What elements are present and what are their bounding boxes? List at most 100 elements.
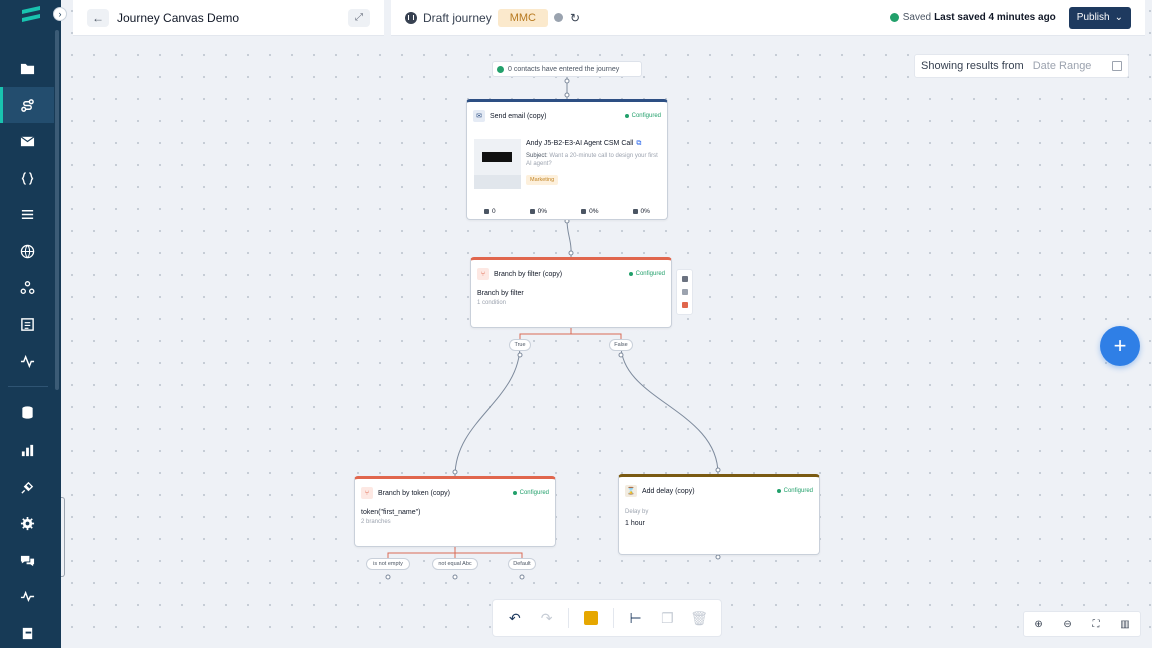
- delay-label: Delay by: [625, 509, 649, 515]
- fit-screen-icon[interactable]: ⛶: [1093, 619, 1100, 630]
- node-title: Branch by filter (copy): [494, 270, 563, 278]
- saved-time: Last saved 4 minutes ago: [934, 12, 1056, 23]
- sticky-note-icon: [584, 611, 599, 625]
- sidebar-divider: [8, 386, 48, 387]
- sidebar: [0, 0, 61, 648]
- zoom-out-icon[interactable]: ⊖: [1063, 619, 1071, 630]
- pulse-icon: [20, 590, 34, 602]
- back-arrow-icon[interactable]: ←: [87, 8, 109, 27]
- plug-icon: [20, 481, 33, 494]
- node-sub-text: 2 branches: [361, 519, 391, 525]
- pause-icon: [405, 11, 417, 24]
- chat-icon: [20, 555, 34, 566]
- sidebar-item-activity[interactable]: [0, 343, 54, 379]
- node-action-tools: [676, 269, 693, 315]
- stat-click-rate: 0%: [581, 208, 599, 215]
- branch-label-default[interactable]: Default: [508, 558, 536, 570]
- sidebar-collapse-chevron-icon[interactable]: ›: [53, 7, 67, 21]
- branch-filter-node[interactable]: ⑂ Branch by filter (copy) Configured Bra…: [470, 257, 672, 328]
- stat-open-rate: 0%: [529, 208, 547, 215]
- sidebar-item-help[interactable]: [0, 615, 54, 648]
- sidebar-item-integrations[interactable]: [0, 469, 54, 505]
- sidebar-item-email[interactable]: [0, 123, 54, 159]
- branch-icon: ⑂: [361, 487, 373, 499]
- results-label: Showing results from: [921, 60, 1024, 72]
- sidebar-item-lists[interactable]: [0, 196, 54, 232]
- branch-label-false[interactable]: False: [609, 339, 633, 351]
- delay-node[interactable]: ⌛ Add delay (copy) Configured Delay by 1…: [618, 474, 820, 555]
- folder-icon: [20, 63, 34, 74]
- minimap-icon[interactable]: ▥: [1120, 619, 1129, 630]
- status-badge: Configured: [777, 488, 813, 494]
- contacts-icon: [497, 65, 504, 73]
- sidebar-item-database[interactable]: [0, 394, 54, 430]
- database-icon: [21, 405, 33, 419]
- edit-icon[interactable]: [681, 275, 688, 282]
- calendar-icon[interactable]: [1112, 61, 1122, 71]
- node-title: Branch by token (copy): [378, 489, 450, 497]
- journey-title[interactable]: Journey Canvas Demo: [117, 11, 348, 25]
- publish-button[interactable]: Publish ⌄: [1068, 6, 1131, 29]
- sidebar-scrollbar[interactable]: [55, 30, 59, 390]
- sidebar-item-settings[interactable]: [0, 505, 54, 541]
- branch-icon: ⑂: [477, 268, 489, 280]
- activity-icon: [20, 354, 34, 368]
- zoom-controls: ⊕ ⊖ ⛶ ▥: [1023, 611, 1141, 637]
- email-stats: 0 0% 0% 0%: [467, 208, 667, 215]
- send-email-node[interactable]: ✉ Send email (copy) Configured Andy J5-B…: [466, 99, 668, 220]
- info-icon[interactable]: [553, 13, 563, 22]
- hourglass-icon: ⌛: [625, 485, 637, 497]
- toolbar-divider: [612, 608, 614, 628]
- branch-token-node[interactable]: ⑂ Branch by token (copy) Configured toke…: [354, 476, 556, 547]
- date-range-input[interactable]: Date Range: [1033, 60, 1112, 72]
- add-step-button[interactable]: +: [1100, 326, 1140, 366]
- undo-icon[interactable]: ↶: [505, 608, 525, 628]
- unsubscribe-icon: [632, 209, 638, 214]
- canvas-edge-handle[interactable]: [61, 497, 65, 577]
- app-logo-icon[interactable]: [18, 4, 44, 26]
- external-link-icon[interactable]: ⧉: [636, 140, 641, 147]
- copy-icon[interactable]: ❐: [657, 608, 677, 628]
- node-title: Send email (copy): [490, 112, 547, 120]
- sidebar-item-code[interactable]: [0, 160, 54, 196]
- results-date-filter[interactable]: Showing results from Date Range: [914, 54, 1129, 78]
- branch-label-not-equal[interactable]: not equal Abc: [432, 558, 478, 570]
- journey-header: ← Journey Canvas Demo ⤢: [73, 0, 384, 36]
- expand-icon[interactable]: ⤢: [348, 8, 370, 27]
- sidebar-item-pulse[interactable]: [0, 578, 54, 614]
- redo-icon[interactable]: ↷: [537, 608, 557, 628]
- zoom-in-icon[interactable]: ⊕: [1034, 619, 1042, 630]
- delay-value: 1 hour: [625, 520, 645, 527]
- sidebar-item-analytics[interactable]: [0, 432, 54, 468]
- mail-icon: ✉: [473, 110, 485, 122]
- stat-unsubscribe-rate: 0%: [632, 208, 650, 215]
- bar-chart-icon: [21, 444, 33, 456]
- webhook-icon: [20, 280, 34, 294]
- sidebar-item-folders[interactable]: [0, 50, 54, 86]
- sidebar-item-reports[interactable]: [0, 306, 54, 342]
- node-title: Add delay (copy): [642, 487, 695, 495]
- sidebar-item-globe[interactable]: [0, 233, 54, 269]
- sticky-note-button[interactable]: [581, 608, 601, 628]
- journey-icon: [20, 98, 34, 112]
- entry-counter: 0 contacts have entered the journey: [492, 61, 642, 77]
- delete-icon[interactable]: [681, 302, 688, 309]
- align-left-icon[interactable]: ⊢: [626, 608, 646, 628]
- category-tag: Marketing: [526, 175, 559, 185]
- trash-icon[interactable]: 🗑: [689, 608, 709, 628]
- saved-check-icon: [889, 13, 899, 22]
- branch-label-true[interactable]: True: [509, 339, 531, 351]
- branch-label-not-empty[interactable]: is not empty: [366, 558, 410, 570]
- status-badge: Configured: [513, 490, 549, 496]
- sidebar-item-webhooks[interactable]: [0, 269, 54, 305]
- sidebar-item-chat[interactable]: [0, 542, 54, 578]
- sidebar-item-journeys[interactable]: [0, 87, 54, 123]
- journey-tag: MMC: [497, 8, 548, 27]
- refresh-icon[interactable]: ↻: [570, 11, 580, 25]
- email-name: Andy J5-B2-E3-AI Agent CSM Call: [526, 140, 634, 147]
- chevron-down-icon: ⌄: [1114, 12, 1123, 23]
- email-thumbnail[interactable]: [474, 139, 521, 189]
- node-main-text: Branch by filter: [477, 290, 524, 297]
- duplicate-icon[interactable]: [681, 288, 688, 295]
- click-icon: [581, 209, 587, 214]
